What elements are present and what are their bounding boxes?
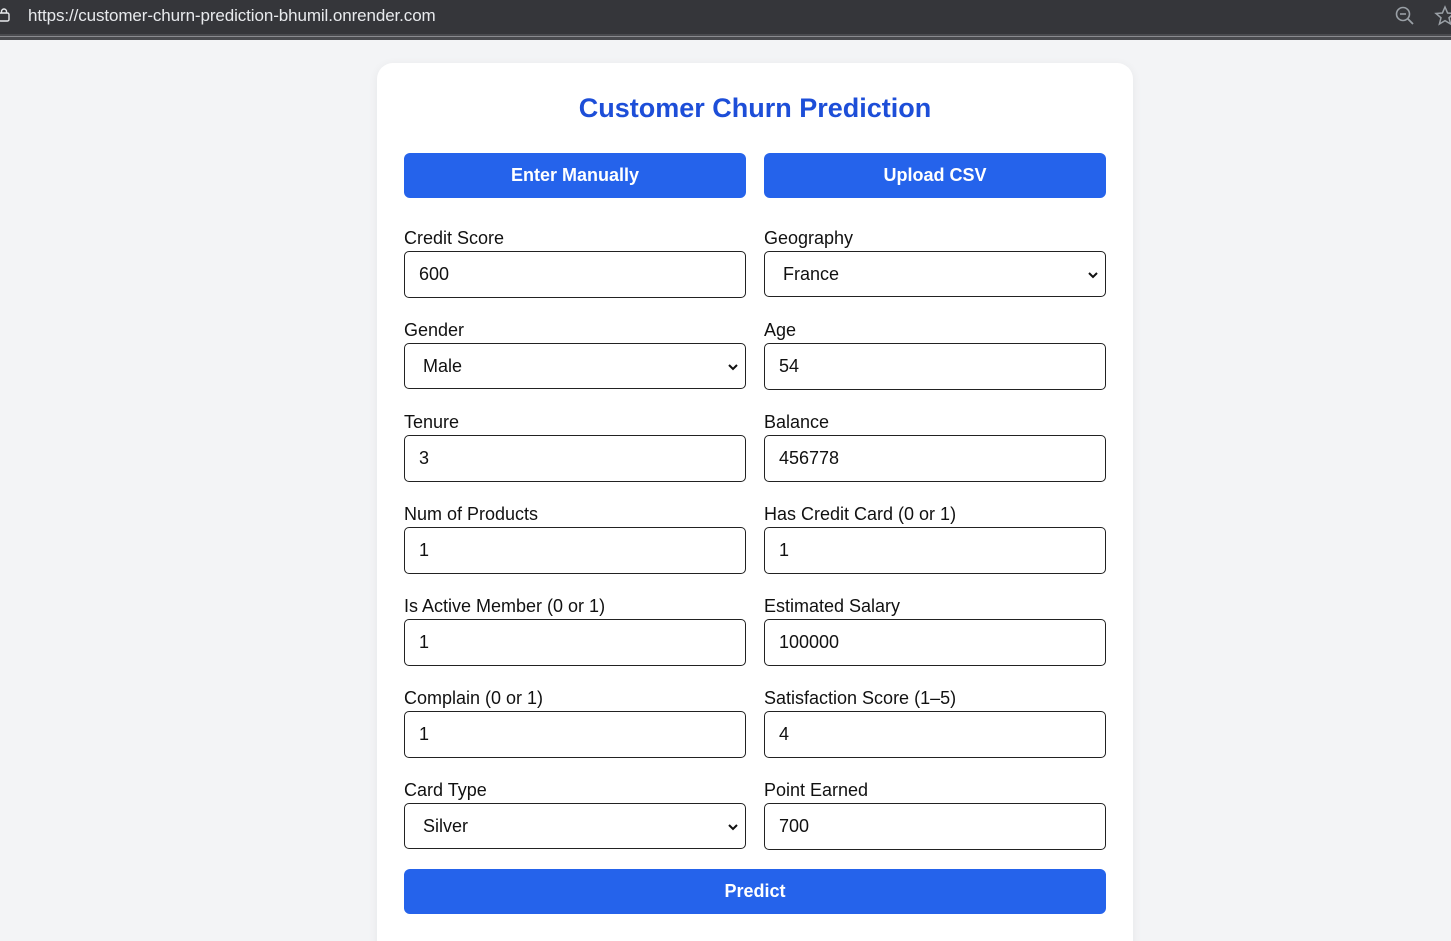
- predict-button[interactable]: Predict: [404, 869, 1106, 914]
- balance-label: Balance: [764, 412, 830, 432]
- tenure-label: Tenure: [404, 412, 460, 432]
- is-active-member-field: Is Active Member (0 or 1): [404, 595, 746, 666]
- has-credit-card-field: Has Credit Card (0 or 1): [764, 503, 1106, 574]
- prediction-card: Customer Churn Prediction Enter Manually…: [377, 63, 1133, 941]
- geography-field: Geography France: [764, 227, 1106, 297]
- balance-field: Balance: [764, 411, 1106, 482]
- is-active-member-input[interactable]: [404, 619, 746, 666]
- has-credit-card-input[interactable]: [764, 527, 1106, 574]
- chevron-down-icon: [728, 824, 738, 831]
- num-products-field: Num of Products: [404, 503, 746, 574]
- satisfaction-score-input[interactable]: [764, 711, 1106, 758]
- gender-selected-value: Male: [423, 355, 463, 376]
- browser-bar-divider: [0, 34, 1451, 40]
- card-type-selected-value: Silver: [423, 815, 469, 836]
- credit-score-field: Credit Score: [404, 227, 746, 298]
- estimated-salary-input[interactable]: [764, 619, 1106, 666]
- gender-select[interactable]: Male: [404, 343, 746, 389]
- geography-label: Geography: [764, 228, 854, 248]
- gender-field: Gender Male: [404, 319, 746, 389]
- card-type-label: Card Type: [404, 780, 487, 800]
- balance-input[interactable]: [764, 435, 1106, 482]
- is-active-member-label: Is Active Member (0 or 1): [404, 596, 606, 616]
- age-field: Age: [764, 319, 1106, 390]
- card-type-select[interactable]: Silver: [404, 803, 746, 849]
- tenure-field: Tenure: [404, 411, 746, 482]
- point-earned-field: Point Earned: [764, 779, 1106, 850]
- page-title: Customer Churn Prediction: [578, 93, 932, 123]
- has-credit-card-label: Has Credit Card (0 or 1): [764, 504, 957, 524]
- gender-label: Gender: [404, 320, 465, 340]
- credit-score-input[interactable]: [404, 251, 746, 298]
- geography-select[interactable]: France: [764, 251, 1106, 297]
- geography-selected-value: France: [783, 263, 840, 284]
- tenure-input[interactable]: [404, 435, 746, 482]
- credit-score-label: Credit Score: [404, 228, 505, 248]
- card-type-field: Card Type Silver: [404, 779, 746, 849]
- satisfaction-score-label: Satisfaction Score (1–5): [764, 688, 957, 708]
- complain-input[interactable]: [404, 711, 746, 758]
- chevron-down-icon: [1088, 272, 1098, 279]
- point-earned-input[interactable]: [764, 803, 1106, 850]
- chevron-down-icon: [728, 364, 738, 371]
- site-info-icon[interactable]: [0, 8, 10, 22]
- age-input[interactable]: [764, 343, 1106, 390]
- satisfaction-score-field: Satisfaction Score (1–5): [764, 687, 1106, 758]
- complain-field: Complain (0 or 1): [404, 687, 746, 758]
- estimated-salary-label: Estimated Salary: [764, 596, 901, 616]
- bookmark-star-icon[interactable]: [1433, 4, 1451, 28]
- num-products-input[interactable]: [404, 527, 746, 574]
- zoom-icon[interactable]: [1394, 5, 1416, 27]
- age-label: Age: [764, 320, 797, 340]
- point-earned-label: Point Earned: [764, 780, 869, 800]
- num-products-label: Num of Products: [404, 504, 539, 524]
- enter-manually-button[interactable]: Enter Manually: [404, 153, 746, 198]
- upload-csv-button[interactable]: Upload CSV: [764, 153, 1106, 198]
- browser-address-bar: https://customer-churn-prediction-bhumil…: [0, 0, 1451, 34]
- url-text[interactable]: https://customer-churn-prediction-bhumil…: [28, 6, 436, 26]
- complain-label: Complain (0 or 1): [404, 688, 544, 708]
- estimated-salary-field: Estimated Salary: [764, 595, 1106, 666]
